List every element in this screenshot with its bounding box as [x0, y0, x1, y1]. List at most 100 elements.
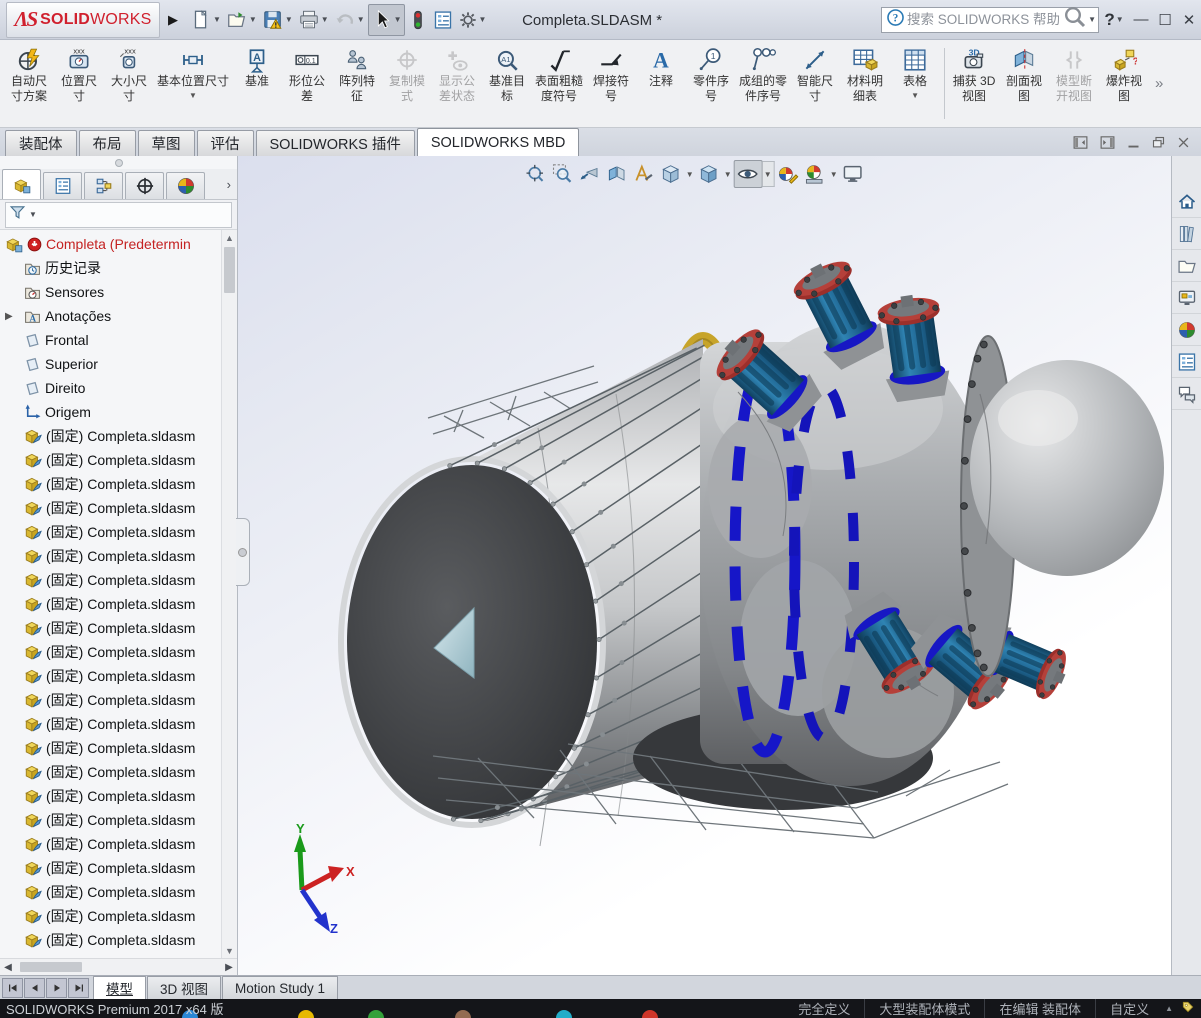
datum-target-button[interactable]: A1 基准目标	[482, 42, 532, 125]
configuration-manager-tab[interactable]	[84, 172, 123, 199]
size-dimension-button[interactable]: xxx 大小尺寸	[104, 42, 154, 125]
hide-show-items-caret[interactable]: ▼	[762, 161, 775, 187]
options-button[interactable]: ▼	[456, 5, 489, 35]
note-button[interactable]: A 注释	[636, 42, 686, 125]
capture-3d-view-button[interactable]: 3D 捕获 3D 视图	[949, 42, 999, 125]
command-tab-3[interactable]: 评估	[196, 130, 254, 156]
bottom-tab-1[interactable]: 3D 视图	[147, 976, 222, 999]
featuremanager-tab[interactable]	[2, 169, 41, 199]
edit-appearance-button[interactable]	[774, 161, 801, 187]
tree-item-8[interactable]: (固定) Completa.sldasm	[0, 448, 237, 472]
taskpane-file-explorer-tab[interactable]	[1172, 250, 1201, 282]
panel-splitter-handle[interactable]	[236, 518, 250, 586]
tree-root-item[interactable]: Completa (Predetermin	[0, 232, 237, 256]
close-doc-button[interactable]	[1176, 135, 1191, 150]
nav-next-button[interactable]	[46, 978, 67, 998]
hide-show-items-button[interactable]	[733, 160, 763, 188]
manager-tabs-expand-button[interactable]: ›	[227, 177, 231, 192]
tree-item-23[interactable]: (固定) Completa.sldasm	[0, 808, 237, 832]
property-manager-tab[interactable]	[43, 172, 82, 199]
apply-scene-caret[interactable]: ▼	[828, 170, 839, 179]
vscroll-thumb[interactable]	[224, 247, 235, 293]
tree-item-21[interactable]: (固定) Completa.sldasm	[0, 760, 237, 784]
hide-show-annotations-button[interactable]	[630, 161, 657, 187]
taskpane-home-tab[interactable]	[1172, 186, 1201, 218]
hscroll-thumb[interactable]	[20, 962, 82, 972]
scroll-up-arrow[interactable]: ▲	[222, 230, 237, 245]
tree-item-24[interactable]: (固定) Completa.sldasm	[0, 832, 237, 856]
dimxpert-manager-tab[interactable]	[125, 172, 164, 199]
tree-filter-input[interactable]: ▼	[5, 201, 232, 228]
pattern-feature-button[interactable]: 阵列特征	[332, 42, 382, 125]
tree-item-19[interactable]: (固定) Completa.sldasm	[0, 712, 237, 736]
select-button[interactable]: ▼	[367, 3, 405, 36]
tree-item-18[interactable]: (固定) Completa.sldasm	[0, 688, 237, 712]
maximize-button[interactable]: ☐	[1153, 1, 1177, 39]
search-input[interactable]	[905, 11, 1064, 28]
command-tab-2[interactable]: 草图	[137, 130, 195, 156]
new-document-button[interactable]: ▼	[188, 5, 223, 35]
tree-item-17[interactable]: (固定) Completa.sldasm	[0, 664, 237, 688]
command-tab-4[interactable]: SOLIDWORKS 插件	[255, 130, 415, 156]
basic-location-dimension-button[interactable]: 基本位置尺寸 ▼	[154, 42, 232, 125]
tree-item-25[interactable]: (固定) Completa.sldasm	[0, 856, 237, 880]
ribbon-overflow-button[interactable]: »	[1151, 75, 1167, 92]
smart-dimension-button[interactable]: 智能尺寸	[790, 42, 840, 125]
collapse-right-pane-button[interactable]	[1099, 134, 1116, 151]
restore-doc-button[interactable]	[1151, 135, 1166, 150]
display-manager-tab[interactable]	[166, 172, 205, 199]
tree-item-2[interactable]: ▶ A Anotações	[0, 304, 237, 328]
bottom-tab-2[interactable]: Motion Study 1	[222, 976, 339, 999]
view-settings-button[interactable]	[839, 161, 866, 187]
taskpane-custom-properties-tab[interactable]	[1172, 346, 1201, 378]
tree-item-0[interactable]: 历史记录	[0, 256, 237, 280]
balloon-button[interactable]: 1 零件序号	[686, 42, 736, 125]
taskpane-view-palette-tab[interactable]	[1172, 282, 1201, 314]
nav-last-button[interactable]	[68, 978, 89, 998]
command-tab-5[interactable]: SOLIDWORKS MBD	[416, 128, 580, 156]
taskpane-solidworks-forum-tab[interactable]	[1172, 378, 1201, 410]
scroll-left-arrow[interactable]: ◀	[0, 962, 16, 973]
tree-item-26[interactable]: (固定) Completa.sldasm	[0, 880, 237, 904]
display-style-button[interactable]	[695, 161, 722, 187]
command-tab-1[interactable]: 布局	[78, 130, 136, 156]
open-button[interactable]: ▼	[224, 5, 259, 35]
apply-scene-button[interactable]	[801, 161, 828, 187]
scroll-down-arrow[interactable]: ▼	[222, 943, 237, 958]
document-properties-button[interactable]	[431, 5, 455, 35]
filter-caret[interactable]: ▼	[29, 210, 37, 219]
taskpane-appearances-scenes-tab[interactable]	[1172, 314, 1201, 346]
bill-of-materials-button[interactable]: 材料明 细表	[840, 42, 890, 125]
search-icon[interactable]	[1063, 5, 1087, 34]
status-caret[interactable]: ▲	[1165, 1004, 1173, 1013]
tree-item-10[interactable]: (固定) Completa.sldasm	[0, 496, 237, 520]
nav-prev-button[interactable]	[24, 978, 45, 998]
section-view-button[interactable]	[603, 161, 630, 187]
bottom-tab-0[interactable]: 模型	[93, 976, 146, 999]
status-tag-icon[interactable]	[1181, 1000, 1195, 1017]
tree-item-14[interactable]: (固定) Completa.sldasm	[0, 592, 237, 616]
view-orientation-button[interactable]	[657, 161, 684, 187]
tree-vertical-scrollbar[interactable]: ▲ ▼	[221, 230, 237, 958]
tree-item-12[interactable]: (固定) Completa.sldasm	[0, 544, 237, 568]
command-tab-0[interactable]: 装配体	[5, 130, 77, 156]
tree-item-3[interactable]: Frontal	[0, 328, 237, 352]
expand-arrow-icon[interactable]: ▶	[5, 311, 13, 322]
geometric-tolerance-button[interactable]: 0.1 形位公差	[282, 42, 332, 125]
collapse-left-pane-button[interactable]	[1072, 134, 1089, 151]
exploded-view-button[interactable]: ?爆炸视图	[1099, 42, 1149, 125]
zoom-to-area-button[interactable]	[549, 161, 576, 187]
section-view-button[interactable]: 剖面视图	[999, 42, 1049, 125]
tree-item-4[interactable]: Superior	[0, 352, 237, 376]
tree-item-6[interactable]: Origem	[0, 400, 237, 424]
close-button[interactable]: ✕	[1177, 1, 1201, 39]
tree-item-1[interactable]: Sensores	[0, 280, 237, 304]
tree-horizontal-scrollbar[interactable]: ◀ ▶	[0, 958, 237, 975]
print-button[interactable]: ▼	[296, 5, 331, 35]
tables-button[interactable]: 表格 ▼	[890, 42, 940, 125]
datum-button[interactable]: A 基准	[232, 42, 282, 125]
stacked-balloon-button[interactable]: 成组的零 件序号	[736, 42, 790, 125]
help-button[interactable]: ? ▼	[1099, 1, 1129, 39]
tree-item-27[interactable]: (固定) Completa.sldasm	[0, 904, 237, 928]
interference-check-button[interactable]	[406, 5, 430, 35]
